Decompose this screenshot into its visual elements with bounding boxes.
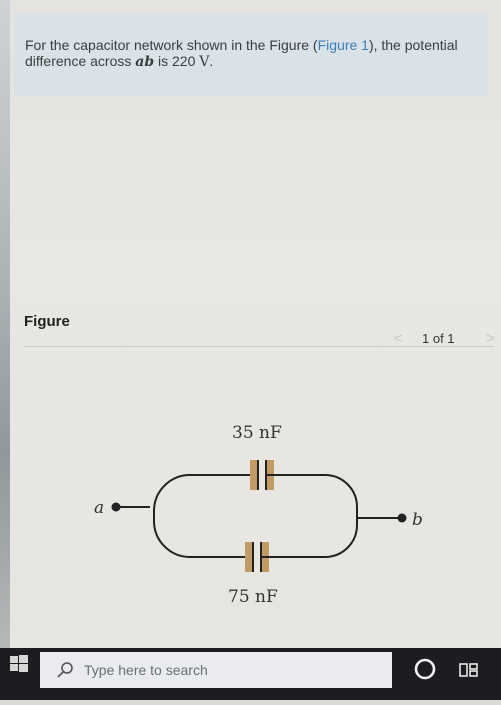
node-b-label: b	[412, 510, 423, 530]
prev-figure-button[interactable]: <	[394, 330, 403, 347]
search-placeholder: Type here to search	[84, 662, 208, 678]
browser-page: For the capacitor network shown in the F…	[0, 0, 501, 648]
node-b-terminal	[397, 513, 407, 523]
windows-logo-icon	[10, 655, 28, 672]
figure-divider	[24, 346, 494, 347]
top-wire-right	[280, 474, 358, 517]
question-text-1: For the capacitor network shown in the F…	[25, 37, 318, 53]
taskbar-search-box[interactable]: Type here to search	[40, 652, 392, 688]
left-arc-bottom	[153, 516, 245, 558]
windows-taskbar: Type here to search	[0, 648, 501, 700]
next-figure-button[interactable]: >	[486, 330, 495, 347]
capacitor-circuit-diagram: a b 35 nF 75 nF	[94, 423, 423, 607]
bottom-capacitor-label: 75 nF	[228, 587, 278, 607]
top-capacitor-label: 35 nF	[232, 423, 282, 443]
node-a-terminal	[111, 502, 121, 512]
node-a-label: a	[94, 498, 104, 518]
figure-count: 1 of 1	[422, 331, 455, 346]
task-view-icon[interactable]	[458, 660, 480, 680]
question-text-4: .	[209, 53, 214, 69]
top-capacitor-plate-left	[250, 460, 258, 490]
cortana-circle-icon[interactable]	[412, 656, 438, 682]
left-arc-top	[153, 474, 191, 516]
question-text-box: For the capacitor network shown in the F…	[14, 14, 488, 96]
question-text-3: is 220	[154, 53, 200, 69]
figure-heading: Figure	[24, 313, 70, 330]
bottom-capacitor-plate-left	[245, 542, 253, 572]
figure-1-link[interactable]: Figure 1	[318, 37, 369, 53]
figure-pager: < 1 of 1 >	[392, 330, 500, 350]
math-ab: ab	[135, 54, 155, 70]
bottom-wire-right	[275, 517, 358, 558]
unit-volts: V	[199, 54, 210, 70]
start-button[interactable]	[0, 648, 38, 700]
search-icon	[57, 662, 73, 678]
